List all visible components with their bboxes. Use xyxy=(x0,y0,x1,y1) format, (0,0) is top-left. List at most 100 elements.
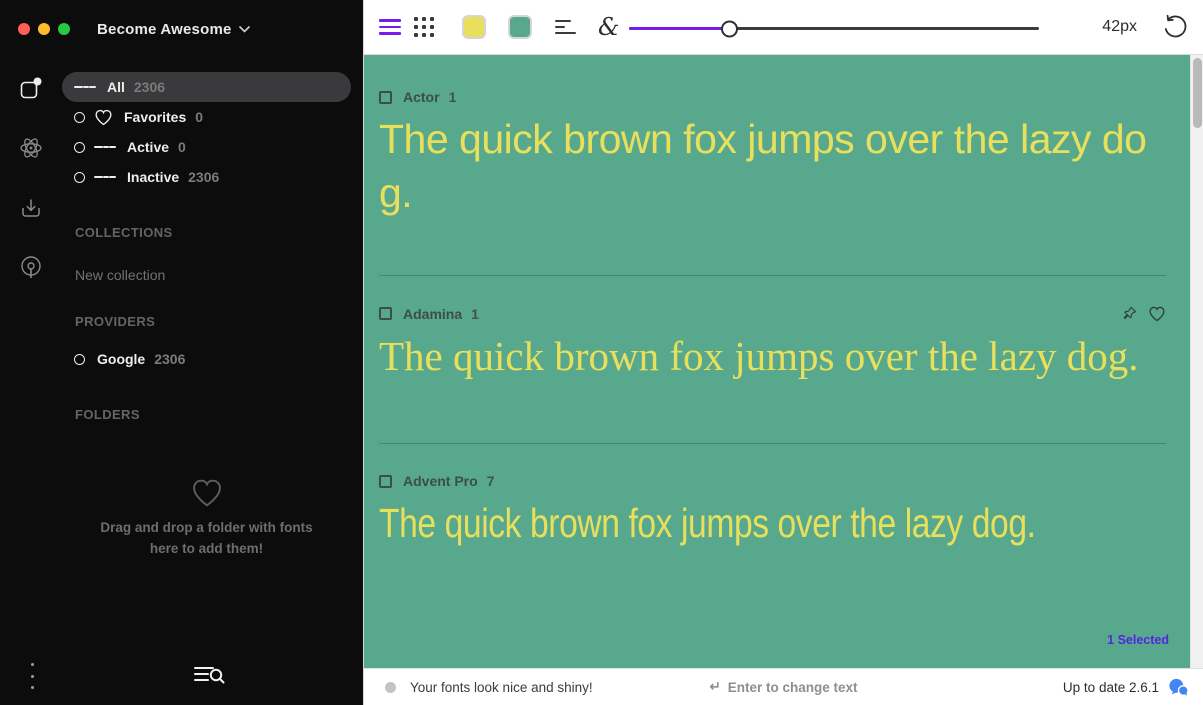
atom-icon xyxy=(18,135,44,161)
reset-icon xyxy=(1161,14,1187,40)
font-name[interactable]: Actor xyxy=(403,89,440,105)
providers-header: PROVIDERS xyxy=(62,314,351,329)
font-sample-text[interactable]: The quick brown fox jumps over the lazy … xyxy=(379,329,1166,383)
list-view-button[interactable] xyxy=(379,16,401,39)
workspace-switcher[interactable]: Become Awesome xyxy=(97,21,250,38)
sidebar-item-favorites[interactable]: Favorites 0 xyxy=(62,102,351,132)
version-text: Up to date 2.6.1 xyxy=(1063,680,1159,695)
app-window: Become Awesome xyxy=(0,0,1203,705)
font-size-slider[interactable] xyxy=(629,27,1039,30)
list-lines-icon xyxy=(94,144,116,151)
pin-icon[interactable] xyxy=(1121,305,1138,322)
collections-header: COLLECTIONS xyxy=(62,225,351,240)
status-message: Your fonts look nice and shiny! xyxy=(410,680,593,695)
status-hint: ↵ Enter to change text xyxy=(709,679,857,695)
font-style-count: 1 xyxy=(471,306,479,322)
icon-rail xyxy=(0,58,62,705)
heart-icon[interactable] xyxy=(1148,306,1166,322)
font-row-header: Actor 1 xyxy=(379,89,1166,105)
list-lines-icon xyxy=(74,84,96,91)
font-sample-text[interactable]: The quick brown fox jumps over the lazy … xyxy=(379,496,1024,550)
chevron-down-icon xyxy=(239,26,250,33)
sidebar-item-label: Inactive xyxy=(127,169,179,185)
titlebar: Become Awesome xyxy=(0,0,363,58)
traffic-lights xyxy=(18,23,70,35)
chat-icon[interactable] xyxy=(1168,678,1189,697)
library-nav: All 2306 Favorites 0 Active 0 Inactive 2… xyxy=(62,72,351,560)
workspace-title: Become Awesome xyxy=(97,21,232,38)
scrollbar-thumb[interactable] xyxy=(1193,58,1202,128)
heart-icon xyxy=(190,478,224,508)
font-row-header: Adamina 1 xyxy=(379,305,1166,322)
search-list-icon xyxy=(193,663,225,687)
sidebar-item-count: 2306 xyxy=(154,351,185,367)
folders-header: FOLDERS xyxy=(62,407,351,422)
row-actions xyxy=(1121,305,1166,322)
font-checkbox[interactable] xyxy=(379,475,392,488)
lab-tab-button[interactable] xyxy=(0,128,62,168)
sidebar-item-count: 2306 xyxy=(188,169,219,185)
folders-empty-text: Drag and drop a folder with fonts here t… xyxy=(94,518,319,560)
folders-drop-zone[interactable]: Drag and drop a folder with fonts here t… xyxy=(62,478,351,560)
sidebar: Become Awesome xyxy=(0,0,363,705)
list-lines-icon xyxy=(94,174,116,181)
font-style-count: 1 xyxy=(449,89,457,105)
vertical-scrollbar[interactable] xyxy=(1190,55,1203,668)
reset-button[interactable] xyxy=(1161,14,1187,40)
sidebar-item-label: Active xyxy=(127,139,169,155)
radio-icon[interactable] xyxy=(74,142,85,153)
download-icon xyxy=(19,196,43,220)
radio-icon[interactable] xyxy=(74,172,85,183)
font-preview-list: Actor 1 The quick brown fox jumps over t… xyxy=(364,55,1191,668)
font-size-value: 42px xyxy=(1102,18,1137,36)
glyphs-button[interactable]: & xyxy=(598,15,619,39)
font-checkbox[interactable] xyxy=(379,307,392,320)
status-right: Up to date 2.6.1 xyxy=(1063,678,1189,697)
font-row-adamina[interactable]: Adamina 1 The quick brown fox jumps over… xyxy=(364,276,1191,383)
font-style-count: 7 xyxy=(487,473,495,489)
slider-fill xyxy=(629,27,723,30)
sidebar-item-label: Google xyxy=(97,351,145,367)
sidebar-item-all[interactable]: All 2306 xyxy=(62,72,351,102)
background-color-swatch[interactable] xyxy=(508,15,532,39)
text-align-button[interactable] xyxy=(555,17,576,38)
close-window-button[interactable] xyxy=(18,23,30,35)
font-checkbox[interactable] xyxy=(379,91,392,104)
font-row-advent-pro[interactable]: Advent Pro 7 The quick brown fox jumps o… xyxy=(364,444,1191,550)
sidebar-item-count: 0 xyxy=(195,109,203,125)
grid-view-button[interactable] xyxy=(414,17,434,37)
text-color-swatch[interactable] xyxy=(462,15,486,39)
radio-icon[interactable] xyxy=(74,112,85,123)
main-panel: & 42px Actor 1 The qu xyxy=(363,0,1203,705)
selection-count: 1 Selected xyxy=(1107,633,1169,647)
zoom-window-button[interactable] xyxy=(58,23,70,35)
new-collection-button[interactable]: New collection xyxy=(62,267,351,283)
sidebar-item-label: All xyxy=(107,79,125,95)
sidebar-item-inactive[interactable]: Inactive 2306 xyxy=(62,162,351,192)
fonts-tab-button[interactable] xyxy=(0,68,62,108)
sidebar-item-google[interactable]: Google 2306 xyxy=(62,344,351,374)
font-sample-text[interactable]: The quick brown fox jumps over the lazy … xyxy=(379,112,1166,220)
downloads-tab-button[interactable] xyxy=(0,188,62,228)
font-name[interactable]: Adamina xyxy=(403,306,462,322)
search-fonts-button[interactable] xyxy=(193,663,225,687)
more-options-button[interactable] xyxy=(22,663,42,689)
statusbar: Your fonts look nice and shiny! ↵ Enter … xyxy=(364,668,1203,705)
sidebar-item-count: 0 xyxy=(178,139,186,155)
status-dot-icon xyxy=(385,682,396,693)
broadcast-icon xyxy=(18,255,44,281)
broadcast-tab-button[interactable] xyxy=(0,248,62,288)
slider-thumb[interactable] xyxy=(721,20,738,37)
minimize-window-button[interactable] xyxy=(38,23,50,35)
fonts-icon xyxy=(18,75,44,101)
heart-icon xyxy=(94,109,113,126)
sidebar-item-count: 2306 xyxy=(134,79,165,95)
sidebar-item-active[interactable]: Active 0 xyxy=(62,132,351,162)
status-hint-text: Enter to change text xyxy=(728,680,858,695)
enter-key-icon: ↵ xyxy=(709,679,720,695)
radio-icon[interactable] xyxy=(74,354,85,365)
toolbar: & 42px xyxy=(364,0,1203,55)
font-row-actor[interactable]: Actor 1 The quick brown fox jumps over t… xyxy=(364,55,1191,220)
font-name[interactable]: Advent Pro xyxy=(403,473,478,489)
font-row-header: Advent Pro 7 xyxy=(379,473,1166,489)
